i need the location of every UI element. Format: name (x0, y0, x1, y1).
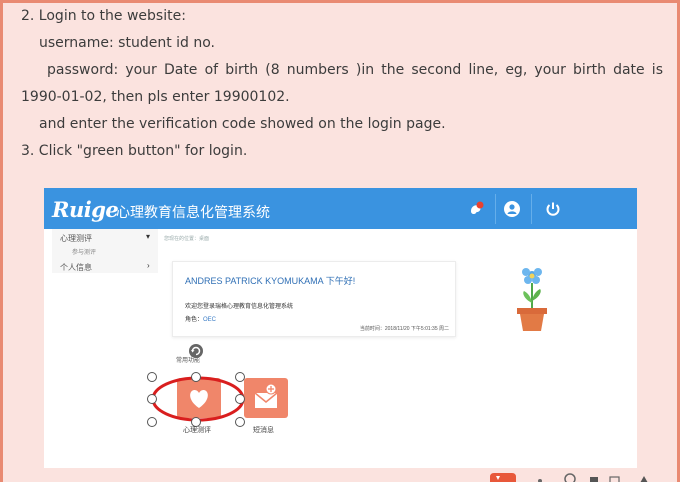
topbar-divider (495, 194, 496, 224)
envelope-icon (254, 383, 278, 408)
password-instruction-line2: 1990-01-02, then pls enter 19900102. (21, 89, 290, 105)
sidebar-item-assessment[interactable]: 心理测评 (60, 233, 92, 244)
chevron-down-icon[interactable]: ▾ (146, 232, 150, 241)
rotate-handle-icon[interactable] (188, 343, 204, 359)
current-time: 当前时间：2018/11/20 下午5:01:35 周二 (359, 326, 449, 332)
app-topbar: Ruige 心理教育信息化管理系统 (44, 188, 637, 229)
password-instruction-line1: password: your Date of birth (8 numbers … (47, 62, 663, 78)
ruige-logo: Ruige (52, 197, 119, 222)
role-label: 角色： (185, 317, 204, 323)
system-name: 心理教育信息化管理系统 (116, 204, 270, 220)
topbar-divider (531, 194, 532, 224)
welcome-text: 欢迎您登录瑞格心理教育信息化管理系统 (185, 304, 294, 310)
messages-tile[interactable] (244, 378, 288, 418)
selection-handle[interactable] (235, 417, 245, 427)
sidebar: 心理测评 ▾ 参与测评 个人信息 › (52, 229, 158, 273)
flowerpot-illustration (512, 263, 552, 333)
selection-handle[interactable] (235, 372, 245, 382)
selection-handle[interactable] (147, 372, 157, 382)
user-icon[interactable] (503, 200, 521, 218)
username-instruction: username: student id no. (39, 35, 215, 51)
step3-instruction: 3. Click "green button" for login. (21, 143, 248, 159)
breadcrumb: 您现在的位置：桌面 (164, 236, 210, 242)
selection-handle[interactable] (235, 394, 245, 404)
document-frame: 2. Login to the website: username: stude… (0, 0, 680, 482)
bottom-toolbar-fragment (490, 470, 680, 482)
messages-tile-label: 短消息 (253, 427, 274, 434)
verification-instruction: and enter the verification code showed o… (39, 116, 446, 132)
sidebar-item-personal-info[interactable]: 个人信息 (60, 262, 92, 273)
selection-handle[interactable] (191, 372, 201, 382)
selection-handle[interactable] (147, 394, 157, 404)
selection-handle[interactable] (147, 417, 157, 427)
instructions: 2. Login to the website: username: stude… (21, 3, 663, 165)
selection-handle[interactable] (191, 417, 201, 427)
embedded-screenshot: Ruige 心理教育信息化管理系统 心理测评 ▾ 参与测评 个人信息 › 您现在… (44, 188, 637, 468)
step2-title: 2. Login to the website: (21, 8, 186, 24)
greeting-title: ANDRES PATRICK KYOMUKAMA 下午好! (185, 276, 356, 286)
greeting-card: ANDRES PATRICK KYOMUKAMA 下午好! 欢迎您登录瑞格心理教… (172, 261, 456, 337)
chevron-right-icon[interactable]: › (147, 261, 150, 270)
power-icon[interactable] (544, 200, 562, 218)
theme-palette-icon[interactable] (468, 200, 486, 218)
role-value: OEC (203, 317, 217, 323)
sidebar-subitem-take-assessment[interactable]: 参与测评 (72, 247, 96, 256)
role-line: 角色：OEC (185, 314, 216, 323)
